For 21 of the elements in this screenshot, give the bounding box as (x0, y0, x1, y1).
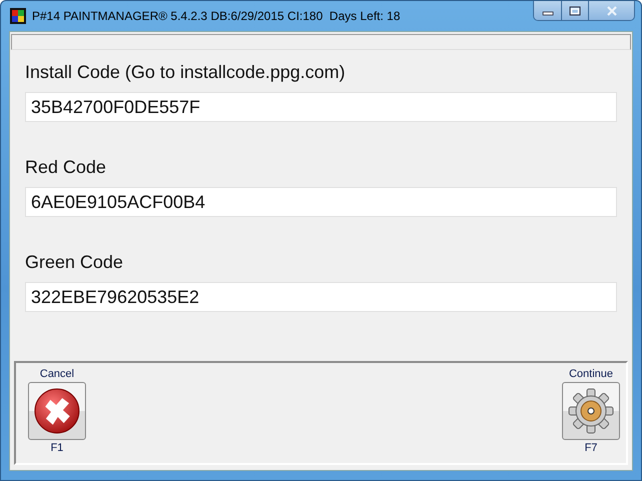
window-title: P#14 PAINTMANAGER® 5.4.2.3 DB:6/29/2015 CI:180 Days Left: 18 (32, 9, 402, 23)
field-label: Install Code (Go to installcode.ppg.com) (25, 62, 346, 83)
gear-icon (567, 388, 615, 434)
maximize-icon (569, 6, 581, 16)
input-field[interactable]: 6AE0E9105ACF00B4 (25, 187, 617, 217)
button-caption: Continue (568, 368, 614, 380)
close-button[interactable] (588, 1, 634, 20)
continue-button[interactable] (562, 382, 620, 440)
cancel-button[interactable] (28, 382, 86, 440)
app-icon (10, 8, 26, 24)
minimize-button[interactable] (534, 1, 561, 20)
maximize-button[interactable] (561, 1, 588, 20)
shortcut-key: F1 (50, 442, 64, 454)
input-field[interactable]: 35B42700F0DE557F (25, 92, 617, 122)
shortcut-key: F7 (584, 442, 598, 454)
input-field[interactable]: 322EBE79620535E2 (25, 282, 617, 312)
close-icon (606, 6, 618, 16)
cross-icon (34, 388, 80, 434)
button-caption: Cancel (40, 368, 74, 380)
field-label: Red Code (25, 157, 108, 178)
field-label: Green Code (25, 252, 124, 273)
